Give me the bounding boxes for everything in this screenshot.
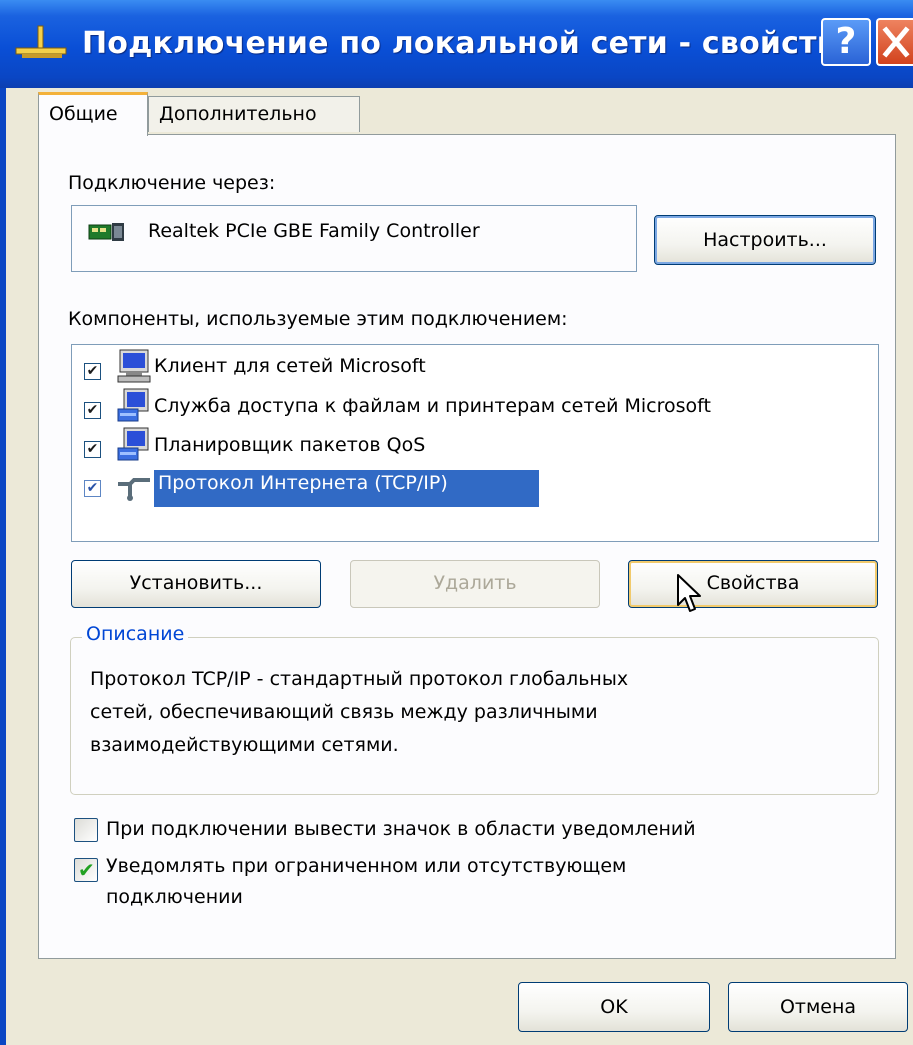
component-checkbox[interactable]: ✔ (84, 363, 101, 380)
description-text: сетей, обеспечивающий связь между различ… (90, 701, 598, 723)
connect-using-label: Подключение через: (68, 172, 276, 194)
remove-button[interactable]: Удалить (350, 560, 600, 608)
window-frame (0, 88, 6, 1045)
adapter-name: Realtek PCIe GBE Family Controller (148, 220, 480, 242)
help-button[interactable]: ? (821, 18, 871, 66)
component-checkbox[interactable]: ✔ (84, 480, 101, 497)
show-icon-label[interactable]: При подключении вывести значок в области… (106, 818, 696, 840)
tab-advanced[interactable]: Дополнительно (148, 96, 360, 132)
computer-network-icon (117, 427, 149, 461)
description-title: Описание (82, 623, 189, 645)
component-label[interactable]: Протокол Интернета (TCP/IP) (158, 472, 448, 494)
check-icon: ✔ (78, 858, 95, 882)
component-label[interactable]: Планировщик пакетов QoS (154, 434, 425, 456)
notify-label-line2[interactable]: подключении (106, 886, 243, 908)
properties-window: Подключение по локальной сети - свойства… (0, 0, 913, 1045)
description-text: Протокол TCP/IP - стандартный протокол г… (90, 668, 629, 690)
properties-button[interactable]: Свойства (628, 560, 878, 608)
cancel-button[interactable]: Отмена (728, 982, 908, 1032)
title-bar[interactable]: Подключение по локальной сети - свойства… (0, 0, 913, 88)
window-title: Подключение по локальной сети - свойства (82, 26, 857, 61)
description-text: взаимодействующими сетями. (90, 734, 399, 756)
network-card-icon (88, 223, 124, 241)
notify-checkbox[interactable]: ✔ (74, 858, 98, 882)
component-checkbox[interactable]: ✔ (84, 402, 101, 419)
tab-general[interactable]: Общие (38, 92, 148, 136)
network-connection-icon (15, 25, 67, 58)
ok-button[interactable]: OK (518, 982, 710, 1032)
close-icon (882, 26, 910, 58)
computer-network-icon (117, 388, 149, 422)
show-icon-checkbox[interactable] (74, 818, 98, 842)
network-protocol-icon (118, 478, 150, 501)
close-button[interactable] (876, 18, 913, 66)
configure-button[interactable]: Настроить... (654, 215, 876, 265)
computer-network-icon (117, 349, 151, 383)
notify-label[interactable]: Уведомлять при ограниченном или отсутств… (106, 855, 626, 877)
component-checkbox[interactable]: ✔ (84, 441, 101, 458)
mouse-cursor-icon (677, 574, 701, 612)
component-label[interactable]: Клиент для сетей Microsoft (154, 355, 426, 377)
component-label[interactable]: Служба доступа к файлам и принтерам сете… (154, 395, 711, 417)
components-label: Компоненты, используемые этим подключени… (68, 308, 568, 330)
install-button[interactable]: Установить... (71, 560, 321, 608)
